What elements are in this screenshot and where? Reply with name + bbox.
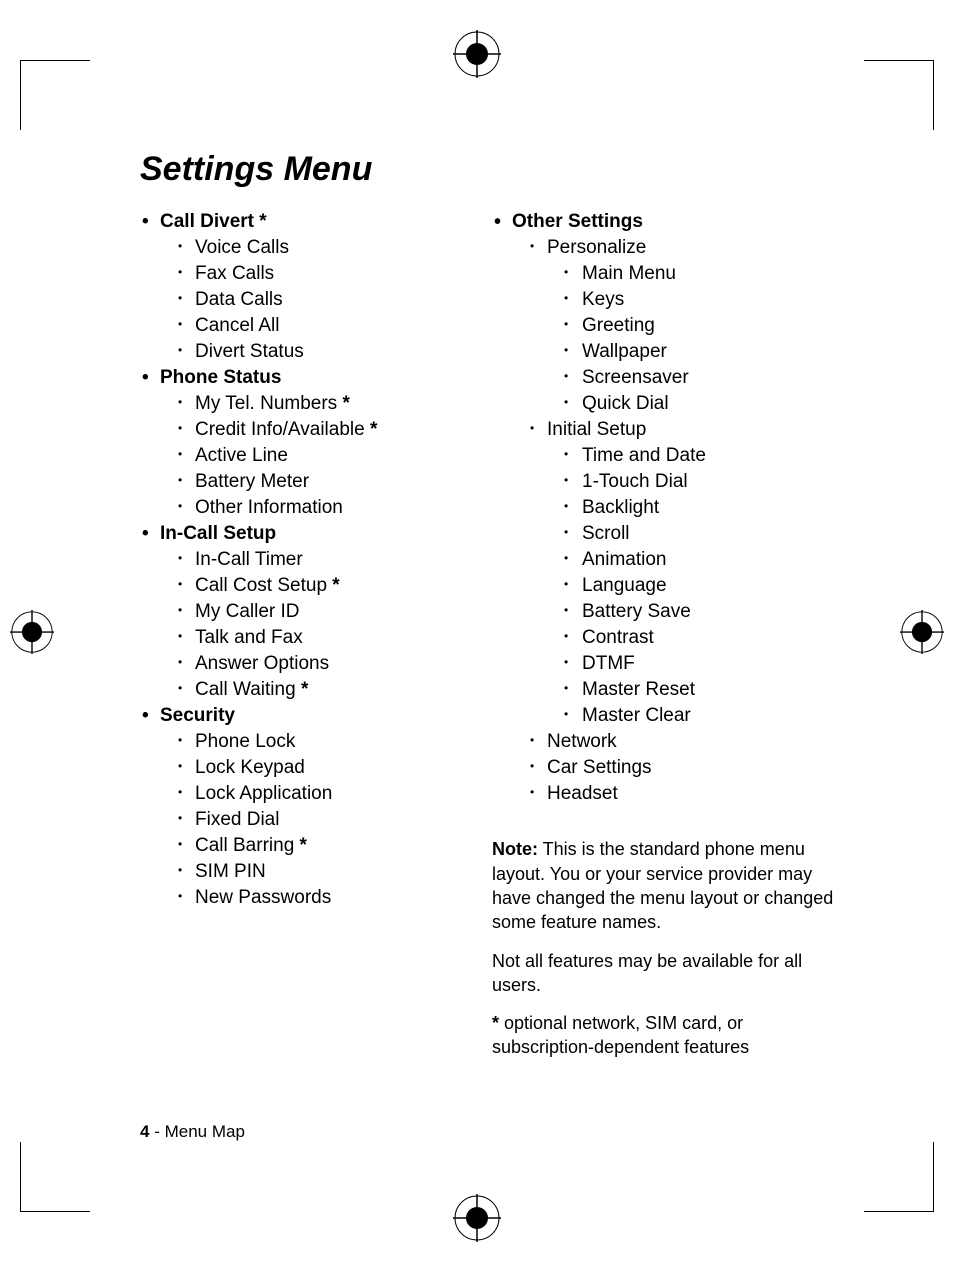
list-item: Battery Save [492,599,834,625]
list-item: Scroll [492,521,834,547]
list-item: Quick Dial [492,391,834,417]
list-item: New Passwords [140,885,482,911]
registration-mark-top-icon [453,30,501,78]
subsection-personalize: Personalize [492,235,834,261]
list-item: 1-Touch Dial [492,469,834,495]
list-item: Network [492,729,834,755]
list-item: Main Menu [492,261,834,287]
crop-mark-icon [864,1142,934,1212]
section-name: Menu Map [165,1122,245,1141]
note-paragraph: Not all features may be available for al… [492,949,834,998]
list-item: Call Barring * [140,833,482,859]
list-item: SIM PIN [140,859,482,885]
left-column: Call Divert * Voice Calls Fax Calls Data… [140,209,482,1074]
asterisk-label: * [492,1013,499,1033]
list-item: Data Calls [140,287,482,313]
list-item: Other Information [140,495,482,521]
right-column: Other Settings Personalize Main Menu Key… [492,209,834,1074]
list-item: Phone Lock [140,729,482,755]
list-item: Divert Status [140,339,482,365]
note-paragraph: Note: This is the standard phone menu la… [492,837,834,934]
list-item: Car Settings [492,755,834,781]
list-item: Answer Options [140,651,482,677]
list-item: Screensaver [492,365,834,391]
notes-block: Note: This is the standard phone menu la… [492,837,834,1059]
list-item: My Tel. Numbers * [140,391,482,417]
registration-mark-left-icon [10,610,54,654]
list-item: Fixed Dial [140,807,482,833]
list-item: Voice Calls [140,235,482,261]
section-security: Security [140,703,482,729]
columns: Call Divert * Voice Calls Fax Calls Data… [140,209,834,1074]
list-item: Master Reset [492,677,834,703]
list-item: Headset [492,781,834,807]
page-content: Settings Menu Call Divert * Voice Calls … [140,150,834,1142]
registration-mark-bottom-icon [453,1194,501,1242]
crop-mark-icon [20,1142,90,1212]
list-item: Time and Date [492,443,834,469]
list-item: Call Waiting * [140,677,482,703]
list-item: DTMF [492,651,834,677]
list-item: Greeting [492,313,834,339]
footer-sep: - [149,1122,164,1141]
crop-mark-icon [864,60,934,130]
list-item: Fax Calls [140,261,482,287]
note-paragraph: * optional network, SIM card, or subscri… [492,1011,834,1060]
page-footer: 4 - Menu Map [140,1122,245,1142]
subsection-initial-setup: Initial Setup [492,417,834,443]
note-text: This is the standard phone menu layout. … [492,839,833,932]
section-call-divert: Call Divert * [140,209,482,235]
list-item: Credit Info/Available * [140,417,482,443]
note-text: optional network, SIM card, or subscript… [492,1013,749,1057]
list-item: Contrast [492,625,834,651]
list-item: Call Cost Setup * [140,573,482,599]
list-item: Animation [492,547,834,573]
list-item: Master Clear [492,703,834,729]
section-in-call-setup: In-Call Setup [140,521,482,547]
list-item: Active Line [140,443,482,469]
section-phone-status: Phone Status [140,365,482,391]
list-item: My Caller ID [140,599,482,625]
list-item: Language [492,573,834,599]
note-label: Note: [492,839,538,859]
list-item: Keys [492,287,834,313]
list-item: Backlight [492,495,834,521]
list-item: Battery Meter [140,469,482,495]
section-other-settings: Other Settings [492,209,834,235]
list-item: Lock Application [140,781,482,807]
list-item: Talk and Fax [140,625,482,651]
list-item: Lock Keypad [140,755,482,781]
list-item: Wallpaper [492,339,834,365]
crop-mark-icon [20,60,90,130]
list-item: Cancel All [140,313,482,339]
registration-mark-right-icon [900,610,944,654]
page-title: Settings Menu [140,150,834,189]
list-item: In-Call Timer [140,547,482,573]
